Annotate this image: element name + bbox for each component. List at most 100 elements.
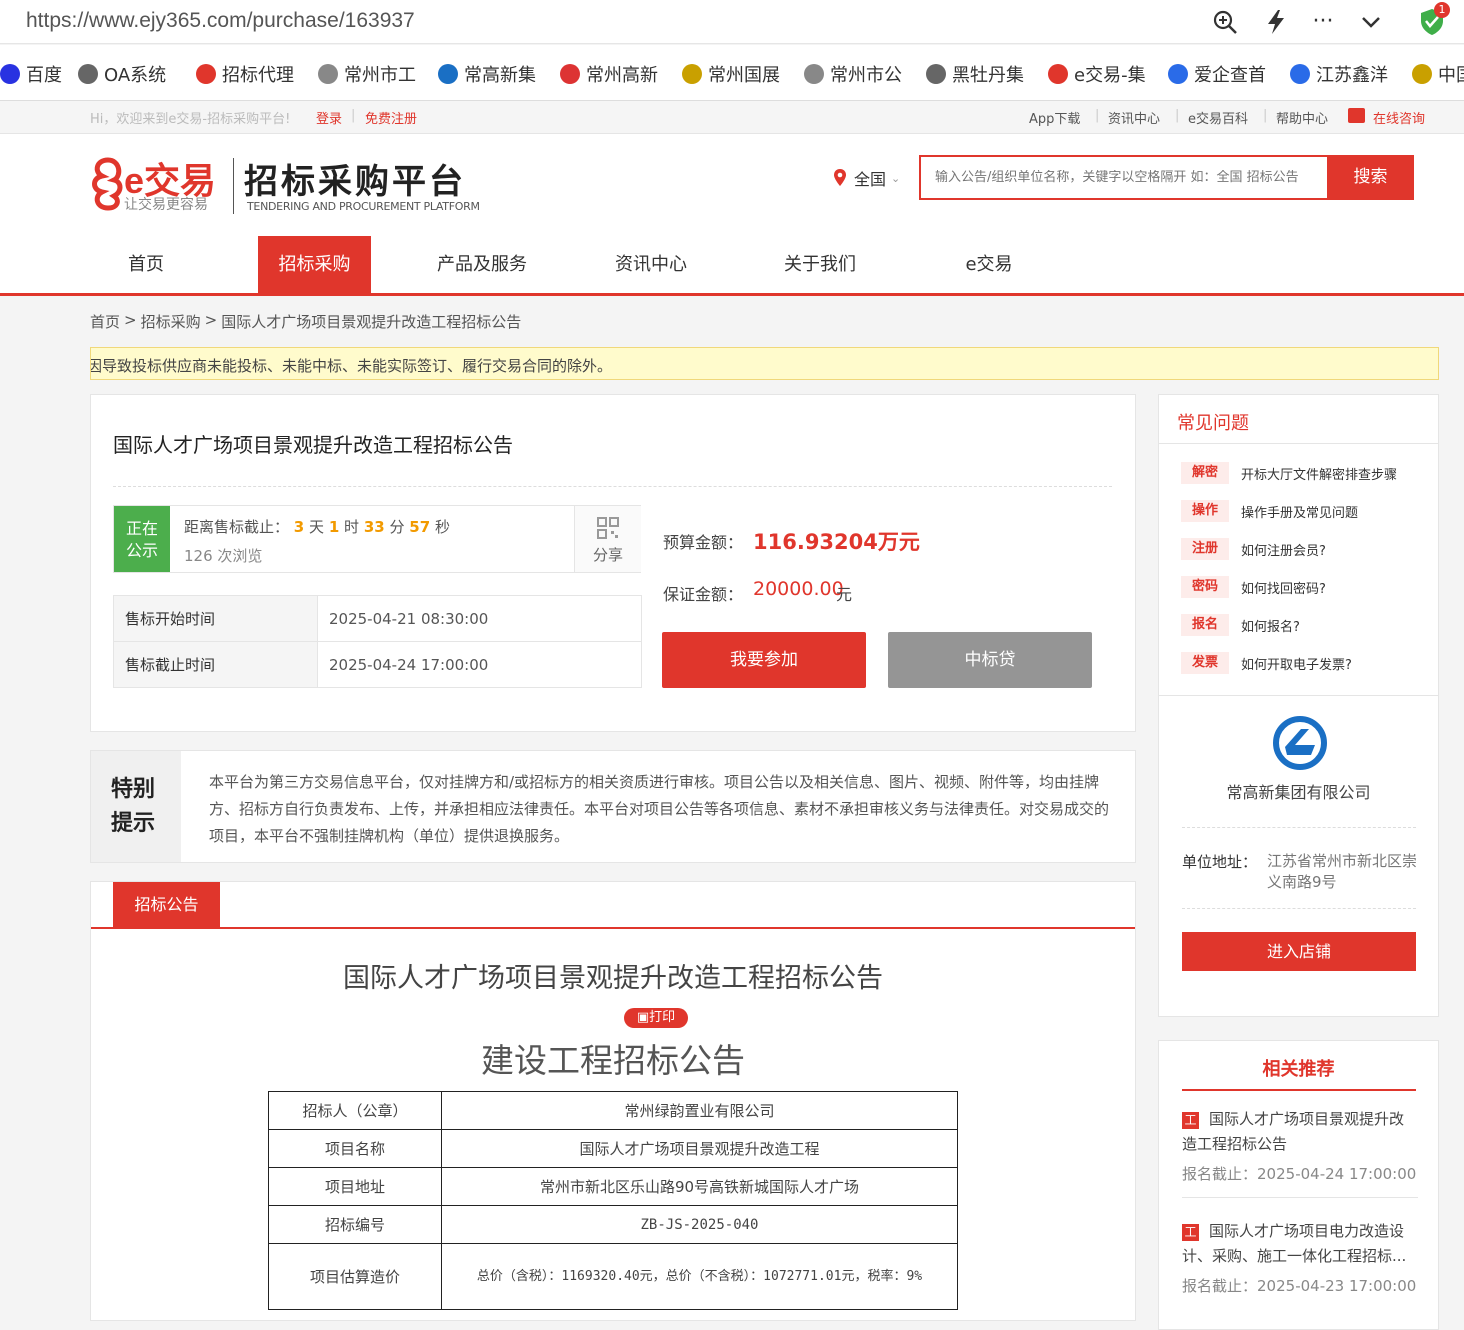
countdown-days: 3 xyxy=(293,518,305,536)
nav-home[interactable]: 首页 xyxy=(90,236,202,293)
unit-second: 秒 xyxy=(434,518,450,536)
share-button[interactable]: 分享 xyxy=(574,506,641,572)
nav-about[interactable]: 关于我们 xyxy=(764,236,876,293)
sale-start-label: 售标开始时间 xyxy=(113,595,318,642)
faq-text: 如何报名? xyxy=(1241,619,1300,635)
enter-shop-button[interactable]: 进入店铺 xyxy=(1182,932,1416,971)
countdown-minutes: 33 xyxy=(363,518,385,536)
location-pin-icon xyxy=(834,169,846,186)
changgao-logo-icon xyxy=(1271,715,1329,771)
print-button[interactable]: ▣打印 xyxy=(624,1008,688,1028)
row-value: 常州市新北区乐山路90号高铁新城国际人才广场 xyxy=(441,1167,958,1206)
faq-text: 如何找回密码? xyxy=(1241,581,1326,597)
related-item-title[interactable]: 工国际人才广场项目景观提升改造工程招标公告 xyxy=(1182,1107,1418,1157)
app-download-link[interactable]: App下载 xyxy=(1029,108,1080,127)
bookmark-label: 爱企查首 xyxy=(1194,65,1266,86)
related-item[interactable]: 工国际人才广场项目景观提升改造工程招标公告 报名截止：2025-04-24 17:… xyxy=(1182,1107,1418,1198)
wiki-link[interactable]: e交易百科 xyxy=(1188,108,1248,127)
faq-item[interactable]: 报名 如何报名? xyxy=(1181,614,1300,636)
help-center-link[interactable]: 帮助中心 xyxy=(1276,108,1328,127)
faq-sidebar: 常见问题 解密 开标大厅文件解密排查步骤 操作 操作手册及常见问题 注册 如何注册会员? 密… xyxy=(1158,394,1439,1017)
online-consult-link[interactable]: 在线咨询 xyxy=(1373,108,1425,127)
breadcrumb-tendering[interactable]: 招标采购 xyxy=(141,311,201,332)
bookmark-item[interactable]: 中国 xyxy=(1412,61,1464,87)
bookmark-item[interactable]: 常州市工 xyxy=(318,61,416,87)
aiqicha-icon xyxy=(1168,64,1188,84)
bookmark-label: 常州国展 xyxy=(708,65,780,86)
unit-hour: 时 xyxy=(344,518,360,536)
nav-news[interactable]: 资讯中心 xyxy=(595,236,707,293)
region-selector[interactable]: 全国 ⌄ xyxy=(833,166,900,190)
company-name[interactable]: 常高新集团有限公司 xyxy=(1159,779,1438,803)
dashed-divider xyxy=(1182,908,1416,909)
bookmark-item[interactable]: 常州市公 xyxy=(804,61,902,87)
breadcrumb-separator: > xyxy=(124,311,137,329)
project-title: 国际人才广场项目景观提升改造工程招标公告 xyxy=(113,433,513,457)
bookmark-item[interactable]: 爱企查首 xyxy=(1168,61,1266,87)
nav-ejy[interactable]: e交易 xyxy=(933,236,1045,293)
ejy-logo-icon[interactable] xyxy=(88,156,128,212)
bookmark-item[interactable]: 黑牡丹集 xyxy=(926,61,1024,87)
zoom-icon[interactable] xyxy=(1211,8,1239,36)
bookmark-item[interactable]: e交易-集 xyxy=(1048,61,1146,87)
join-button[interactable]: 我要参加 xyxy=(662,632,866,688)
bookmark-item[interactable]: 常州国展 xyxy=(682,61,780,87)
deadline-label: 报名截止： xyxy=(1182,1277,1258,1295)
project-type-icon: 工 xyxy=(1182,1224,1199,1241)
chevron-down-icon[interactable] xyxy=(1357,8,1385,36)
related-item-title[interactable]: 工国际人才广场项目电力改造设计、采购、施工一体化工程招标... xyxy=(1182,1219,1418,1269)
shield-icon[interactable]: 1 xyxy=(1418,2,1450,35)
bookmark-item[interactable]: 招标代理 xyxy=(196,61,294,87)
news-center-link[interactable]: 资讯中心 xyxy=(1108,108,1160,127)
table-row: 项目地址 常州市新北区乐山路90号高铁新城国际人才广场 xyxy=(268,1167,958,1206)
faq-item[interactable]: 注册 如何注册会员? xyxy=(1181,538,1326,560)
faq-item[interactable]: 发票 如何开取电子发票? xyxy=(1181,652,1352,674)
faq-tag: 解密 xyxy=(1181,462,1229,484)
bookmark-label: 江苏鑫洋 xyxy=(1316,65,1388,86)
register-link[interactable]: 免费注册 xyxy=(365,108,417,127)
bid-loan-button[interactable]: 中标贷 xyxy=(888,632,1092,688)
faq-item[interactable]: 密码 如何找回密码? xyxy=(1181,576,1326,598)
countdown-hours: 1 xyxy=(328,518,340,536)
unit-day: 天 xyxy=(309,518,325,536)
national-emblem-icon xyxy=(682,64,702,84)
search-input[interactable] xyxy=(919,155,1327,200)
nav-products[interactable]: 产品及服务 xyxy=(425,236,539,293)
login-link[interactable]: 登录 xyxy=(316,108,342,127)
aiqicha-icon xyxy=(1290,64,1310,84)
nav-tendering[interactable]: 招标采购 xyxy=(258,236,371,293)
bookmark-item[interactable]: 百度 xyxy=(0,61,62,87)
bookmark-item[interactable]: 江苏鑫洋 xyxy=(1290,61,1388,87)
divider: | xyxy=(1263,108,1268,123)
tab-announcement[interactable]: 招标公告 xyxy=(113,882,220,928)
breadcrumb-home[interactable]: 首页 xyxy=(90,311,120,332)
bookmark-item[interactable]: 常高新集 xyxy=(438,61,536,87)
url-field[interactable]: https://www.ejy365.com/purchase/163937 xyxy=(26,9,415,33)
more-icon[interactable]: ··· xyxy=(1309,8,1337,36)
breadcrumb-current: 国际人才广场项目景观提升改造工程招标公告 xyxy=(221,313,522,331)
unit-minute: 分 xyxy=(389,518,405,536)
divider: | xyxy=(1175,108,1180,123)
views-number: 126 xyxy=(184,547,213,565)
browser-address-bar: https://www.ejy365.com/purchase/163937 ·… xyxy=(0,0,1464,44)
search-button[interactable]: 搜索 xyxy=(1327,155,1414,200)
project-type-icon: 工 xyxy=(1182,1112,1199,1129)
faq-item[interactable]: 解密 开标大厅文件解密排查步骤 xyxy=(1181,462,1397,484)
lightning-icon[interactable] xyxy=(1262,8,1290,36)
announcement-title: 国际人才广场项目景观提升改造工程招标公告 xyxy=(343,963,883,994)
faq-text: 如何开取电子发票? xyxy=(1241,657,1352,673)
bookmark-item[interactable]: OA系统 xyxy=(78,61,166,87)
bookmarks-bar: 百度 OA系统 招标代理 常州市工 常高新集 常州高新 常州国展 常州市公 黑牡丹集 e交易-集 爱… xyxy=(0,45,1464,101)
faq-tag: 发票 xyxy=(1181,652,1229,674)
row-label: 招标编号 xyxy=(268,1205,442,1244)
view-count: 126 次浏览 xyxy=(184,545,262,566)
divider: | xyxy=(1095,108,1100,123)
doc-title: 建设工程招标公告 xyxy=(481,1041,745,1080)
platform-subtitle: TENDERING AND PROCUREMENT PLATFORM xyxy=(247,200,480,213)
faq-item[interactable]: 操作 操作手册及常见问题 xyxy=(1181,500,1358,522)
search-field[interactable] xyxy=(921,170,1327,185)
related-item[interactable]: 工国际人才广场项目电力改造设计、采购、施工一体化工程招标... 报名截止：2025… xyxy=(1182,1219,1418,1296)
bookmark-item[interactable]: 常州高新 xyxy=(560,61,658,87)
national-emblem-icon xyxy=(1412,64,1432,84)
special-notice-title: 特别提示 xyxy=(91,751,181,862)
